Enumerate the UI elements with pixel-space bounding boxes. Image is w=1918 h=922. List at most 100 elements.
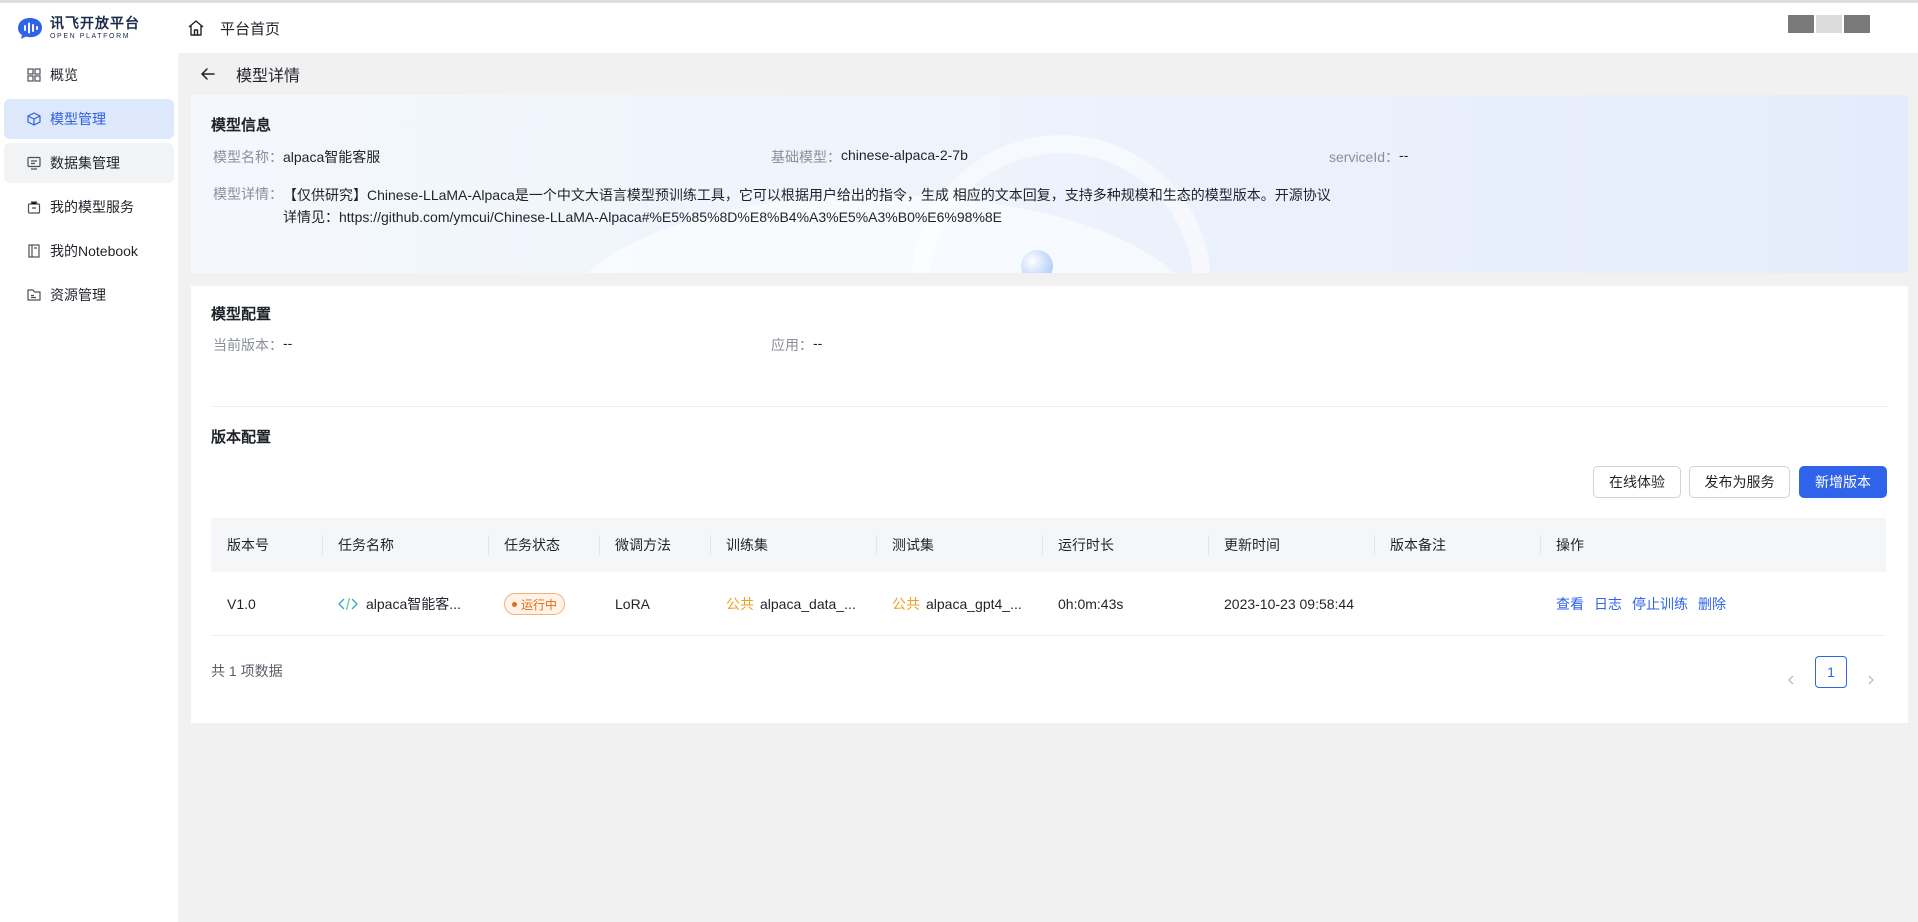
section-divider — [211, 406, 1888, 407]
config-card: 模型配置 当前版本： -- 应用： -- 版本配置 — [191, 286, 1908, 723]
page-title: 模型详情 — [236, 68, 301, 85]
base-model-field: 基础模型： chinese-alpaca-2-7b — [771, 147, 968, 167]
column-header: 任务名称 — [338, 537, 394, 553]
model-config-title: 模型配置 — [211, 306, 272, 323]
cell-duration: 0h:0m:43s — [1058, 596, 1124, 612]
cell-train-set: 公共 alpaca_data_... — [726, 572, 856, 636]
avatar-block — [1788, 15, 1814, 33]
sidebar-item-label: 我的Notebook — [50, 243, 138, 259]
main-content: 模型详情 模型信息 模型名称： alpaca智能客服 基础模型： chinese… — [178, 53, 1918, 922]
sidebar-item-model-service[interactable]: 我的模型服务 — [4, 187, 174, 227]
next-page-icon[interactable] — [1861, 670, 1881, 690]
notebook-icon — [26, 243, 42, 259]
version-config-title: 版本配置 — [211, 429, 272, 446]
user-avatar[interactable] — [1788, 15, 1870, 33]
model-desc-field: 模型详情： 【仅供研究】Chinese-LLaMA-Alpaca是一个中文大语言… — [213, 184, 1333, 228]
column-header: 版本备注 — [1390, 537, 1446, 553]
logo-title: 讯飞开放平台 — [50, 15, 140, 31]
cube-icon — [26, 111, 42, 127]
sidebar-item-model-management[interactable]: 模型管理 — [4, 99, 174, 139]
avatar-block — [1816, 15, 1842, 33]
column-header: 运行时长 — [1058, 537, 1114, 553]
logo-subtitle: OPEN PLATFORM — [50, 33, 131, 40]
top-header: 讯飞开放平台 OPEN PLATFORM 平台首页 — [0, 3, 1918, 53]
current-version-field: 当前版本： -- — [213, 335, 292, 355]
base-model-label: 基础模型： — [771, 149, 841, 165]
cell-status: 运行中 — [504, 572, 566, 636]
sidebar-item-dataset-management[interactable]: 数据集管理 — [4, 143, 174, 183]
cell-test-set: 公共 alpaca_gpt4_... — [892, 572, 1022, 636]
code-icon — [338, 597, 358, 611]
sidebar-item-label: 概览 — [50, 67, 78, 83]
model-info-title: 模型信息 — [211, 117, 272, 134]
current-version-label: 当前版本： — [213, 337, 283, 353]
stop-training-link[interactable]: 停止训练 — [1632, 594, 1688, 614]
delete-link[interactable]: 删除 — [1698, 594, 1726, 614]
cell-method: LoRA — [615, 596, 651, 612]
column-header: 任务状态 — [504, 537, 560, 553]
sidebar-item-label: 数据集管理 — [50, 155, 120, 171]
sidebar-item-label: 我的模型服务 — [50, 199, 134, 215]
column-header: 训练集 — [726, 537, 768, 553]
home-link[interactable]: 平台首页 — [220, 18, 280, 39]
page-header: 模型详情 — [178, 53, 1918, 95]
application-value: -- — [813, 335, 823, 351]
column-separator — [1374, 535, 1375, 555]
log-link[interactable]: 日志 — [1594, 594, 1622, 614]
cell-actions: 查看 日志 停止训练 删除 — [1556, 572, 1736, 636]
model-name-field: 模型名称： alpaca智能客服 — [213, 147, 380, 167]
try-online-button[interactable]: 在线体验 — [1593, 466, 1681, 498]
avatar-block — [1844, 15, 1870, 33]
status-text: 运行中 — [521, 597, 558, 612]
publish-service-button[interactable]: 发布为服务 — [1689, 466, 1790, 498]
page-number-button[interactable]: 1 — [1815, 656, 1847, 688]
train-set-text: alpaca_data_... — [760, 596, 856, 612]
column-header: 测试集 — [892, 537, 934, 553]
column-separator — [488, 535, 489, 555]
folder-icon — [26, 287, 42, 303]
column-separator — [1042, 535, 1043, 555]
monitor-icon — [26, 155, 42, 171]
logo-mark-icon — [16, 16, 44, 40]
public-tag: 公共 — [726, 596, 754, 612]
sidebar-item-label: 资源管理 — [50, 287, 106, 303]
test-set-text: alpaca_gpt4_... — [926, 596, 1022, 612]
application-field: 应用： -- — [771, 335, 822, 355]
table-row[interactable]: V1.0 alpaca智能客... 运行中 LoRA 公共 alpaca_dat… — [211, 572, 1886, 636]
column-separator — [1540, 535, 1541, 555]
version-table: 版本号 任务名称 任务状态 微调方法 训练集 测试集 运行时长 更新时间 版本备… — [211, 518, 1886, 638]
sidebar-item-overview[interactable]: 概览 — [4, 55, 174, 95]
column-separator — [876, 535, 877, 555]
platform-logo[interactable]: 讯飞开放平台 OPEN PLATFORM — [16, 16, 166, 40]
model-desc-label: 模型详情： — [213, 186, 283, 202]
model-info-card: 模型信息 模型名称： alpaca智能客服 基础模型： chinese-alpa… — [191, 95, 1908, 273]
service-id-field: serviceId： -- — [1329, 147, 1408, 167]
service-id-label: serviceId： — [1329, 149, 1400, 165]
view-link[interactable]: 查看 — [1556, 594, 1584, 614]
model-name-label: 模型名称： — [213, 149, 283, 165]
back-arrow-icon[interactable] — [196, 62, 220, 86]
sidebar-item-label: 模型管理 — [50, 111, 106, 127]
cell-updated: 2023-10-23 09:58:44 — [1224, 596, 1354, 612]
column-header: 版本号 — [227, 537, 269, 553]
total-count: 共 1 项数据 — [211, 663, 283, 679]
status-dot — [512, 601, 517, 607]
column-separator — [1208, 535, 1209, 555]
public-tag: 公共 — [892, 596, 920, 612]
task-name-text: alpaca智能客... — [366, 596, 461, 612]
sidebar-item-notebook[interactable]: 我的Notebook — [4, 231, 174, 271]
column-separator — [322, 535, 323, 555]
cell-task-name: alpaca智能客... — [338, 572, 461, 636]
column-header: 微调方法 — [615, 537, 671, 553]
status-badge: 运行中 — [504, 593, 566, 615]
prev-page-icon[interactable] — [1781, 670, 1801, 690]
base-model-value: chinese-alpaca-2-7b — [841, 147, 968, 163]
bag-icon — [26, 199, 42, 215]
home-icon[interactable] — [186, 18, 206, 38]
service-id-value: -- — [1399, 147, 1409, 163]
sidebar-item-resource-management[interactable]: 资源管理 — [4, 275, 174, 315]
column-header: 操作 — [1556, 537, 1584, 553]
column-header: 更新时间 — [1224, 537, 1280, 553]
column-separator — [599, 535, 600, 555]
add-version-button[interactable]: 新增版本 — [1799, 466, 1887, 498]
